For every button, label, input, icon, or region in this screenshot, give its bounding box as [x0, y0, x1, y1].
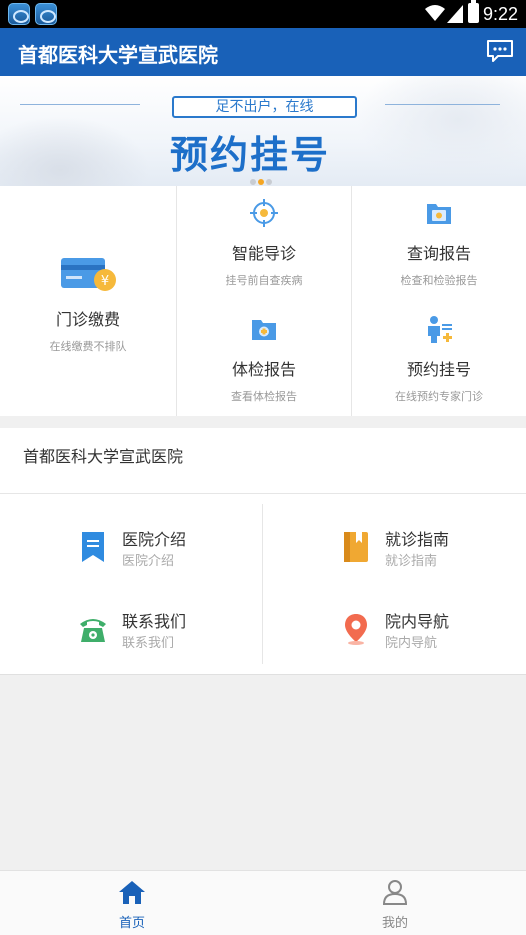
link-visit-guide[interactable]: 就诊指南 就诊指南	[341, 526, 511, 570]
link-subtitle: 医院介绍	[122, 554, 175, 569]
app-notification-icon	[35, 3, 57, 25]
link-subtitle: 联系我们	[122, 636, 175, 651]
bottom-tab-bar: 首页 我的	[0, 870, 526, 935]
app-header: 首都医科大学宣武医院	[0, 28, 526, 76]
hospital-section-header: 首都医科大学宣武医院	[0, 428, 526, 494]
link-title: 院内导航	[385, 612, 450, 631]
banner-background	[0, 116, 150, 186]
guide-book-icon	[344, 532, 368, 562]
section-title: 首都医科大学宣武医院	[23, 447, 184, 466]
service-title: 查询报告	[406, 244, 471, 263]
location-pin-icon	[345, 614, 367, 645]
link-subtitle: 就诊指南	[385, 554, 438, 569]
service-subtitle: 查看体检报告	[231, 390, 297, 403]
banner-subtitle: 足不出户，在线	[172, 96, 357, 118]
service-appointment[interactable]: 预约挂号 在线预约专家门诊	[352, 314, 526, 404]
status-bar: 9:22	[0, 0, 526, 28]
service-title: 体检报告	[231, 360, 296, 379]
banner-background	[356, 76, 526, 186]
divider	[385, 104, 500, 105]
carousel-dot	[266, 179, 272, 185]
service-subtitle: 检查和检验报告	[400, 274, 478, 287]
chat-bubble-icon[interactable]	[486, 39, 514, 63]
service-title: 智能导诊	[231, 244, 296, 263]
tab-mine[interactable]: 我的	[355, 879, 435, 931]
service-outpatient-payment[interactable]: ¥ 门诊缴费 在线缴费不排队	[0, 254, 176, 354]
svg-text:¥: ¥	[101, 274, 109, 289]
carousel-dot	[250, 179, 256, 185]
service-smart-triage[interactable]: 智能导诊 挂号前自查疾病	[177, 198, 351, 288]
service-physical-exam-report[interactable]: 体检报告 查看体检报告	[177, 314, 351, 404]
hospital-links: 医院介绍 医院介绍 就诊指南 就诊指南 联系我们 联系我们 院内导航 院内导航	[0, 494, 526, 675]
page-title: 首都医科大学宣武医院	[18, 45, 218, 67]
service-query-report[interactable]: 查询报告 检查和检验报告	[352, 198, 526, 288]
service-subtitle: 挂号前自查疾病	[225, 274, 303, 287]
card-payment-icon: ¥	[61, 258, 116, 291]
carousel-dot-active	[258, 179, 264, 185]
divider	[20, 104, 140, 105]
service-subtitle: 在线缴费不排队	[49, 340, 127, 353]
tab-label: 我的	[381, 916, 408, 931]
bookmark-icon	[82, 532, 104, 562]
divider	[262, 504, 263, 664]
service-title: 预约挂号	[406, 360, 471, 379]
tab-label: 首页	[118, 916, 145, 931]
link-indoor-navigation[interactable]: 院内导航 院内导航	[341, 608, 511, 652]
link-hospital-intro[interactable]: 医院介绍 医院介绍	[78, 526, 248, 570]
battery-icon	[468, 0, 479, 23]
user-icon	[382, 880, 408, 905]
target-icon	[250, 199, 278, 227]
app-notification-icon	[8, 3, 30, 25]
link-contact-us[interactable]: 联系我们 联系我们	[78, 608, 248, 652]
service-grid: ¥ 门诊缴费 在线缴费不排队 智能导诊 挂号前自查疾病 查询报告 检查和检验报告	[0, 186, 526, 416]
service-title: 门诊缴费	[55, 310, 120, 329]
link-title: 医院介绍	[122, 530, 187, 549]
doctor-appointment-icon	[428, 316, 452, 343]
status-time: 9:22	[482, 4, 518, 24]
report-folder-icon	[427, 204, 451, 224]
link-title: 就诊指南	[385, 530, 450, 549]
tab-home[interactable]: 首页	[92, 879, 172, 931]
promo-banner[interactable]: 足不出户，在线 预约挂号	[0, 76, 526, 186]
wifi-icon	[425, 5, 445, 21]
signal-icon	[447, 5, 463, 23]
home-icon	[119, 881, 145, 904]
service-subtitle: 在线预约专家门诊	[395, 390, 483, 403]
carousel-indicator	[249, 170, 273, 186]
telephone-icon	[80, 619, 106, 642]
link-title: 联系我们	[122, 612, 187, 631]
medical-folder-icon	[252, 320, 276, 340]
link-subtitle: 院内导航	[385, 636, 438, 651]
